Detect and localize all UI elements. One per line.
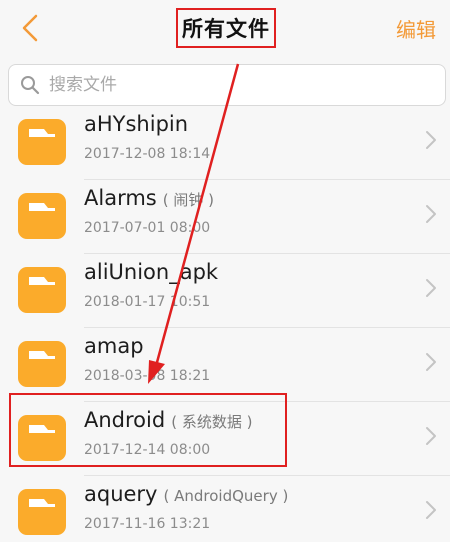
page-title: 所有文件 [182,17,270,41]
file-date: 2018-01-17 10:51 [84,294,211,310]
file-alias: ( AndroidQuery ) [163,487,289,505]
list-item[interactable]: aliUnion_apk 2018-01-17 10:51 [0,254,450,328]
file-date: 2017-07-01 08:00 [84,220,211,236]
list-item[interactable]: aquery ( AndroidQuery ) 2017-11-16 13:21 [0,476,450,542]
chevron-right-icon [426,353,436,371]
chevron-right-icon [426,427,436,445]
list-item[interactable]: amap 2018-03-08 18:21 [0,328,450,402]
back-button[interactable] [10,8,50,48]
search-icon [19,74,41,96]
top-bar: 所有文件 编辑 [0,0,450,56]
file-alias: ( 系统数据 ) [171,413,253,431]
search-bar[interactable] [8,64,446,106]
page-title-box: 所有文件 [176,8,276,48]
folder-icon [18,341,66,387]
list-item[interactable]: Alarms ( 闹钟 ) 2017-07-01 08:00 [0,180,450,254]
edit-button[interactable]: 编辑 [396,14,436,43]
file-name: amap [84,334,144,358]
folder-icon [18,415,66,461]
chevron-right-icon [426,279,436,297]
folder-icon [18,267,66,313]
file-name: Android [84,408,166,432]
list-item[interactable]: Android ( 系统数据 ) 2017-12-14 08:00 [0,402,450,476]
file-date: 2017-12-14 08:00 [84,442,211,458]
chevron-right-icon [426,205,436,223]
folder-icon [18,193,66,239]
folder-icon [18,489,66,535]
file-date: 2018-03-08 18:21 [84,368,211,384]
chevron-left-icon [22,14,38,42]
file-name: aliUnion_apk [84,260,219,284]
list-item[interactable]: aHYshipin 2017-12-08 18:14 [0,112,450,180]
chevron-right-icon [426,131,436,149]
file-date: 2017-11-16 13:21 [84,516,211,532]
file-name: aquery [84,482,158,506]
folder-icon [18,119,66,165]
search-input[interactable] [47,74,431,96]
file-list: aHYshipin 2017-12-08 18:14 Alarms ( 闹钟 ) … [0,112,450,542]
file-name: Alarms [84,186,157,210]
file-date: 2017-12-08 18:14 [84,146,211,162]
chevron-right-icon [426,501,436,519]
file-name: aHYshipin [84,112,189,136]
file-alias: ( 闹钟 ) [162,191,214,209]
